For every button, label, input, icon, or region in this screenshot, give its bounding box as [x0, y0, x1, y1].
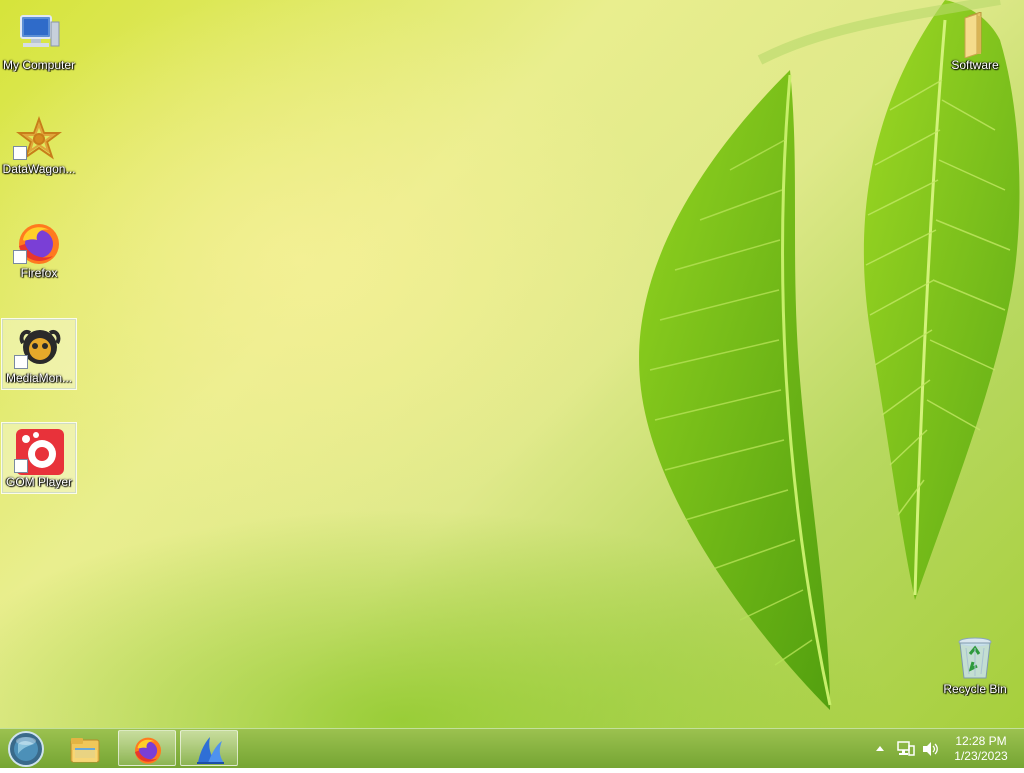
desktop-icon-datawagon[interactable]: DataWagon... — [1, 110, 77, 182]
network-icon[interactable] — [897, 741, 915, 762]
desktop-icon-firefox[interactable]: Firefox — [1, 214, 77, 286]
desktop[interactable]: My Computer DataWagon... Firefox MediaMo… — [0, 0, 1024, 728]
desktop-icon-label: Software — [951, 58, 999, 72]
desktop-icon-label: My Computer — [2, 58, 76, 72]
clock-date: 1/23/2023 — [954, 749, 1008, 763]
taskbar-button-app[interactable] — [180, 730, 238, 766]
shortcut-arrow-icon — [13, 250, 27, 264]
start-orb-icon — [8, 731, 44, 767]
start-button[interactable] — [6, 730, 46, 768]
desktop-icon-label: Recycle Bin — [943, 682, 1007, 696]
desktop-icon-mediamonkey[interactable]: MediaMon... — [1, 318, 77, 390]
desktop-icon-recycle-bin[interactable]: Recycle Bin — [937, 630, 1013, 702]
desktop-icon-label: Firefox — [20, 266, 58, 280]
taskbar-button-file-explorer[interactable] — [56, 730, 114, 766]
desktop-icon-label: MediaMon... — [5, 371, 73, 385]
folder-explorer-icon — [70, 738, 100, 763]
taskbar: 12:28 PM 1/23/2023 — [0, 728, 1024, 768]
desktop-icon-software[interactable]: Software — [937, 6, 1013, 78]
recycle-bin-icon — [958, 637, 992, 679]
blue-sail-icon — [197, 737, 224, 764]
wallpaper-leaves — [639, 0, 1020, 710]
computer-icon — [20, 15, 60, 47]
desktop-icon-gom-player[interactable]: GOM Player — [1, 422, 77, 494]
shortcut-arrow-icon — [14, 355, 28, 369]
shortcut-arrow-icon — [13, 146, 27, 160]
desktop-icon-label: GOM Player — [5, 475, 72, 489]
firefox-icon — [134, 737, 162, 764]
desktop-icon-my-computer[interactable]: My Computer — [1, 6, 77, 78]
chevron-up-icon[interactable] — [874, 741, 886, 760]
speaker-icon[interactable] — [921, 741, 939, 762]
desktop-icon-label: DataWagon... — [2, 162, 76, 176]
taskbar-button-firefox[interactable] — [118, 730, 176, 766]
clock[interactable]: 12:28 PM 1/23/2023 — [948, 734, 1014, 764]
clock-time: 12:28 PM — [955, 734, 1007, 748]
shortcut-arrow-icon — [14, 459, 28, 473]
folder-icon — [964, 12, 982, 58]
